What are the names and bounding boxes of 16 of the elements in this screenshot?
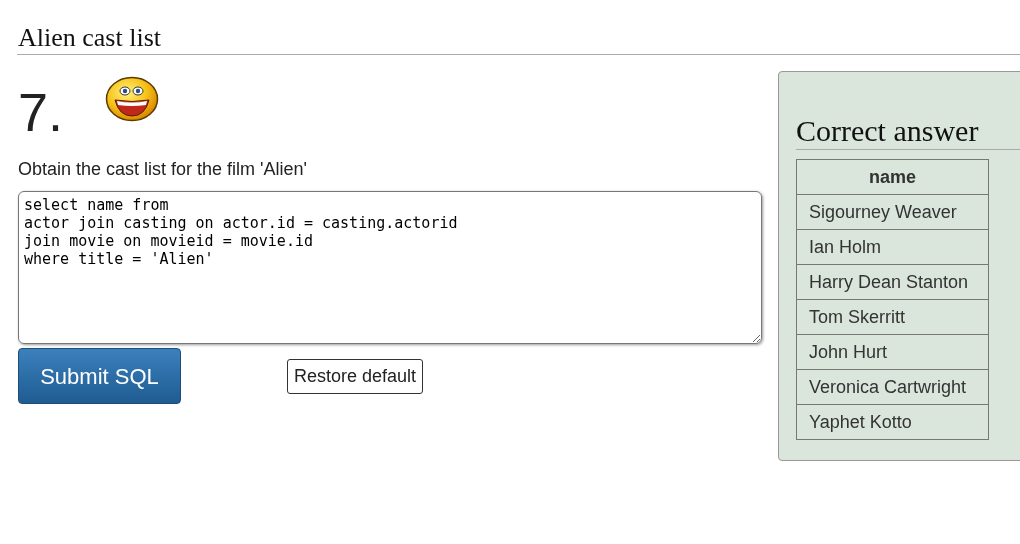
table-cell: Ian Holm (796, 229, 989, 265)
table-cell: Sigourney Weaver (796, 194, 989, 230)
restore-button[interactable]: Restore default (287, 359, 424, 394)
table-cell: John Hurt (796, 334, 989, 370)
table-cell: Veronica Cartwright (796, 369, 989, 405)
sql-editor-field[interactable]: select name from actor join casting on actor.id = casting.actorid join movie on movieid = movie.id where title = 'Alien' (18, 191, 762, 344)
submit-button[interactable]: Submit SQL (18, 348, 181, 404)
table-cell: Yaphet Kotto (796, 404, 989, 440)
question-prompt: Obtain the cast list for the film 'Alien' (18, 158, 307, 181)
table-cell: Tom Skerritt (796, 299, 989, 335)
smiley-icon (105, 76, 160, 122)
column-header: name (796, 159, 989, 195)
table-cell: Harry Dean Stanton (796, 264, 989, 300)
question-number: 7. (18, 82, 64, 142)
page-title: Alien cast list (18, 22, 161, 54)
answer-title: Correct answer (796, 113, 979, 149)
